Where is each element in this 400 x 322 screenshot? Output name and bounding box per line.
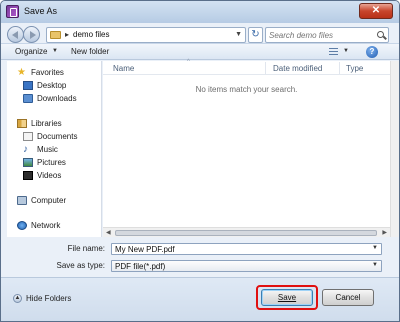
title-bar: Save As ✕ xyxy=(1,1,399,23)
hide-folders-button[interactable]: Hide Folders xyxy=(26,294,71,303)
chevron-down-icon[interactable]: ▼ xyxy=(343,48,349,54)
refresh-button[interactable]: ↻ xyxy=(248,27,263,43)
save-as-dialog: Save As ✕ ▸ demo files ▼ ↻ Organize ▼ Ne… xyxy=(0,0,400,322)
chevron-down-icon[interactable]: ▼ xyxy=(372,262,378,268)
sidebar-item-label: Pictures xyxy=(37,158,66,167)
sidebar-item-label: Videos xyxy=(37,171,62,180)
sidebar-item-label: Desktop xyxy=(37,81,67,90)
music-icon: ♪ xyxy=(23,144,28,155)
close-button[interactable]: ✕ xyxy=(359,3,393,19)
sidebar-item-label: Computer xyxy=(31,196,67,205)
sidebar-item-label: Network xyxy=(31,221,61,230)
save-type-label: Save as type: xyxy=(56,261,105,270)
collapse-icon[interactable]: ▲ xyxy=(13,294,22,303)
column-type[interactable]: Type xyxy=(346,64,363,73)
file-list[interactable]: ^ Name Date modified Type No items match… xyxy=(103,59,390,237)
back-button[interactable] xyxy=(7,26,24,43)
column-divider[interactable] xyxy=(265,62,266,74)
chevron-down-icon[interactable]: ▼ xyxy=(372,245,378,251)
save-button[interactable]: Save xyxy=(261,289,313,306)
videos-icon xyxy=(23,171,33,180)
breadcrumb[interactable]: demo files xyxy=(73,30,109,39)
scroll-left-icon[interactable]: ◀ xyxy=(106,229,111,236)
search-input[interactable] xyxy=(269,30,373,41)
file-name-field[interactable]: My New PDF.pdf ▼ xyxy=(111,243,382,255)
vertical-scrollbar[interactable] xyxy=(390,61,399,237)
column-divider[interactable] xyxy=(339,62,340,74)
scroll-right-icon[interactable]: ▶ xyxy=(382,229,387,236)
save-type-select[interactable]: PDF file(*.pdf) ▼ xyxy=(111,260,382,272)
sidebar-item-label: Downloads xyxy=(37,94,77,103)
view-options-icon[interactable] xyxy=(329,48,338,55)
column-name[interactable]: Name xyxy=(113,64,134,73)
forward-button[interactable] xyxy=(23,26,40,43)
sidebar-item-label: Favorites xyxy=(31,68,64,77)
network-icon xyxy=(17,221,27,230)
chevron-down-icon[interactable]: ▼ xyxy=(235,31,242,38)
address-bar[interactable]: ▸ demo files ▼ xyxy=(46,27,246,43)
sort-indicator-icon: ^ xyxy=(187,59,190,65)
toolbar: Organize ▼ New folder ▼ ? xyxy=(1,43,399,60)
help-icon[interactable]: ? xyxy=(366,46,378,58)
breadcrumb-arrow-icon[interactable]: ▸ xyxy=(65,30,69,39)
libraries-icon xyxy=(17,119,27,128)
downloads-icon xyxy=(23,94,33,103)
computer-icon xyxy=(17,196,27,205)
documents-icon xyxy=(23,132,33,141)
column-header: ^ Name Date modified Type xyxy=(103,59,390,75)
sidebar-item-label: Music xyxy=(37,145,58,154)
folder-icon xyxy=(50,31,61,39)
sidebar-item-label: Libraries xyxy=(31,119,62,128)
organize-button[interactable]: Organize xyxy=(15,47,47,56)
file-name-label: File name: xyxy=(67,244,105,253)
cancel-button[interactable]: Cancel xyxy=(322,289,374,306)
search-icon[interactable] xyxy=(377,31,384,38)
empty-message: No items match your search. xyxy=(195,85,298,94)
desktop-icon xyxy=(23,81,33,90)
app-icon xyxy=(6,5,19,18)
search-box[interactable] xyxy=(265,27,389,43)
file-name-value[interactable]: My New PDF.pdf xyxy=(115,245,175,254)
save-type-value[interactable]: PDF file(*.pdf) xyxy=(115,262,165,271)
scrollbar-thumb[interactable] xyxy=(115,230,377,236)
window-title: Save As xyxy=(24,6,58,16)
horizontal-scrollbar[interactable]: ◀ ▶ xyxy=(103,227,390,237)
chevron-down-icon[interactable]: ▼ xyxy=(52,48,58,54)
sidebar-item-label: Documents xyxy=(37,132,78,141)
star-icon: ★ xyxy=(17,67,26,78)
dialog-footer: ▲ Hide Folders Save Cancel xyxy=(1,277,399,321)
column-date-modified[interactable]: Date modified xyxy=(273,64,322,73)
navigation-pane: ★ Favorites Desktop Downloads Libraries … xyxy=(7,61,102,237)
new-folder-button[interactable]: New folder xyxy=(71,47,109,56)
pictures-icon xyxy=(23,158,33,167)
